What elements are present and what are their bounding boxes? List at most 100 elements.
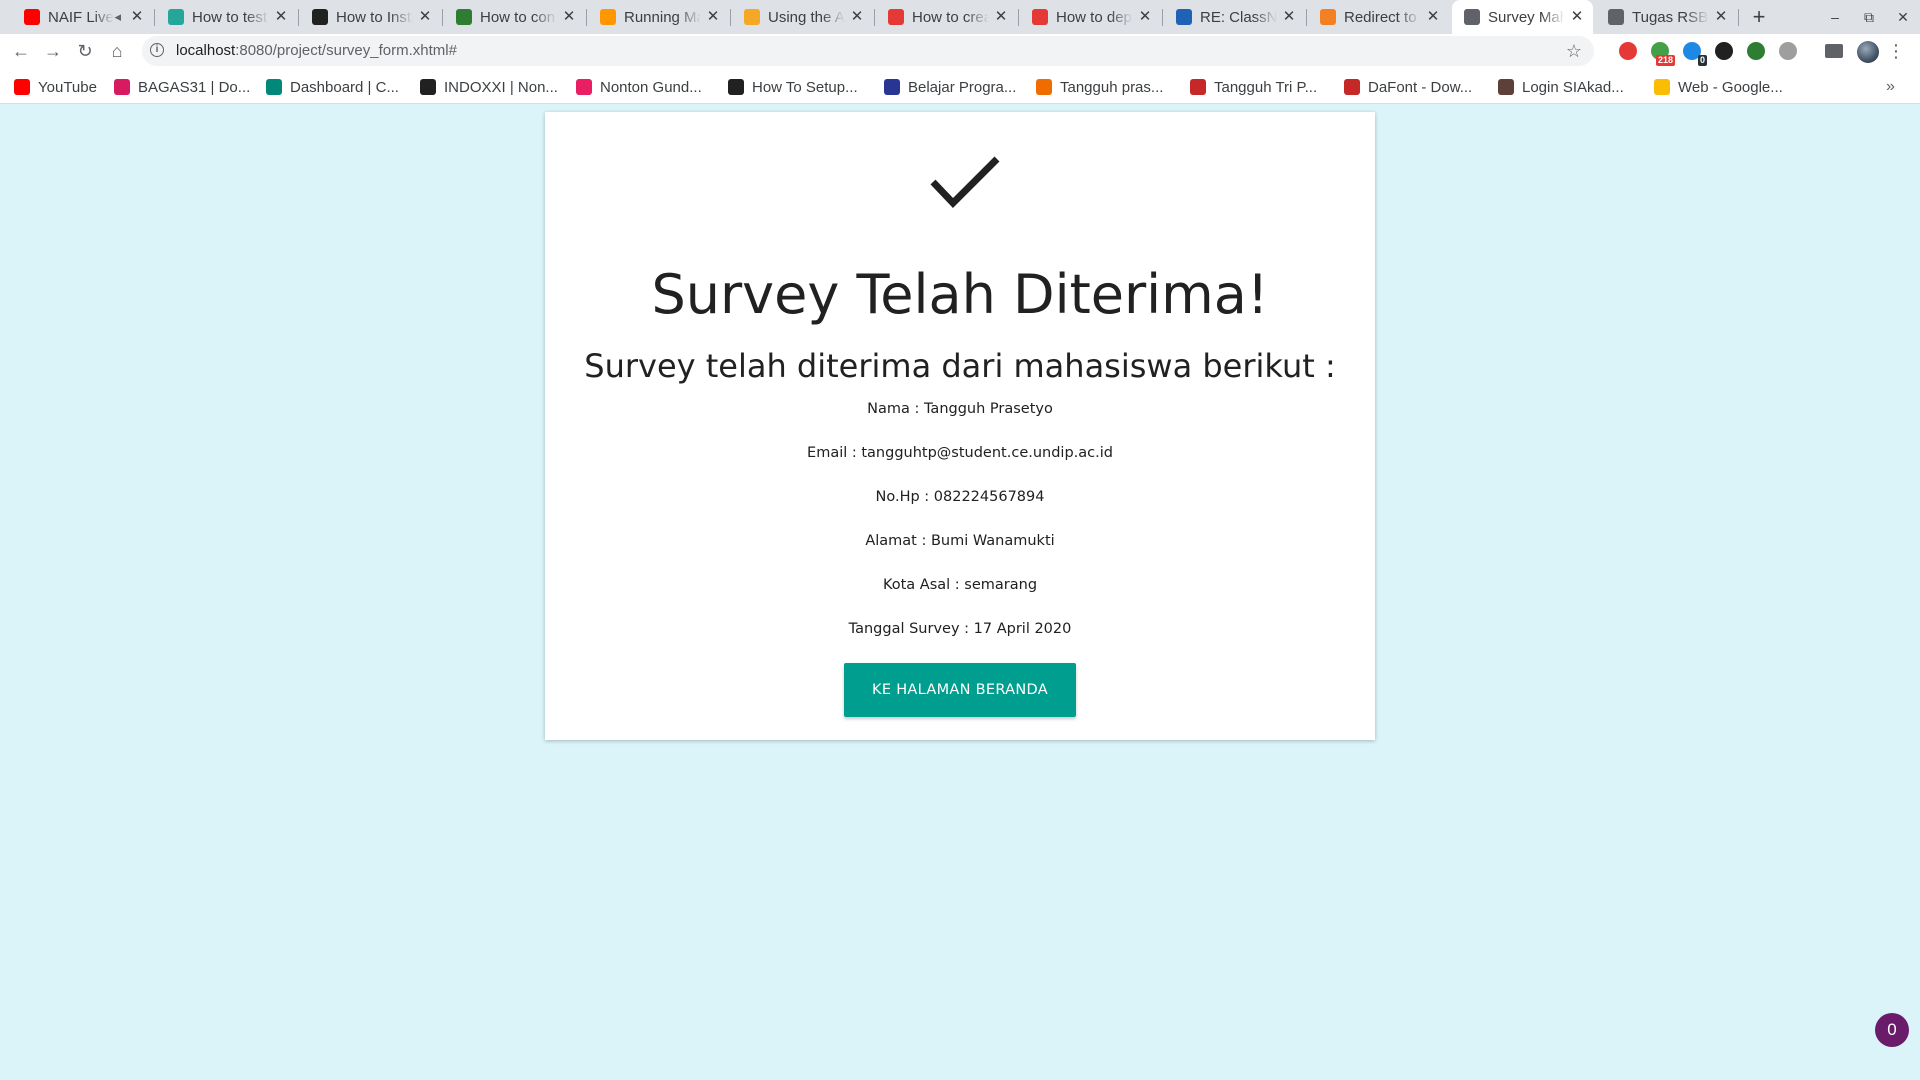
hexagon-icon	[312, 9, 328, 25]
extension-badge: 218	[1655, 55, 1675, 66]
tab-title: Survey Mah	[1488, 8, 1565, 26]
circle-gray-icon[interactable]	[1779, 42, 1797, 60]
reading-list-icon[interactable]	[1825, 44, 1843, 58]
calendar-icon[interactable]: 218	[1651, 42, 1675, 66]
bookmark-item[interactable]: BAGAS31 | Do...	[114, 70, 250, 104]
bookmark-label: Tangguh Tri P...	[1214, 78, 1318, 96]
browser-tab[interactable]: RE: ClassNo✕	[1164, 0, 1305, 34]
bookmark-label: Belajar Progra...	[908, 78, 1017, 96]
tab-title: How to con	[480, 8, 556, 26]
detail-address: Alamat : Bumi Wanamukti	[865, 533, 1055, 549]
bookmark-item[interactable]: DaFont - Dow...	[1344, 70, 1472, 104]
bookmark-star-icon[interactable]: ☆	[1566, 36, 1582, 66]
browser-tab[interactable]: How to crea ✕	[876, 0, 1017, 34]
notification-badge-button[interactable]: 0	[1875, 1013, 1909, 1047]
close-tab-icon[interactable]: ✕	[1137, 9, 1153, 25]
close-tab-icon[interactable]: ✕	[993, 9, 1009, 25]
detail-phone: No.Hp : 082224567894	[875, 489, 1045, 505]
youtube-icon	[14, 79, 30, 95]
detail-survey-date: Tanggal Survey : 17 April 2020	[848, 621, 1072, 637]
tab-title: How to crea	[912, 8, 989, 26]
back-icon[interactable]: ←	[6, 36, 36, 66]
audio-playing-icon[interactable]: ◂	[114, 9, 121, 25]
bookmarks-bar: YouTube BAGAS31 | Do... Dashboard | C... IN…	[0, 70, 1920, 104]
close-window-icon[interactable]: ✕	[1886, 0, 1920, 34]
bookmark-label: Dashboard | C...	[290, 78, 399, 96]
address-host: localhost	[176, 42, 236, 59]
reload-icon[interactable]: ↻	[70, 36, 100, 66]
go-home-button[interactable]: KE HALAMAN BERANDA	[844, 663, 1076, 717]
tab-separator	[586, 9, 587, 26]
bookmark-item[interactable]: Tangguh pras...	[1036, 70, 1163, 104]
tab-title: Tugas RSBK	[1632, 8, 1709, 26]
tab-title: How to dep	[1056, 8, 1132, 26]
ghost-icon[interactable]: 0	[1683, 42, 1707, 66]
close-tab-icon[interactable]: ✕	[1569, 9, 1585, 25]
bookmark-item[interactable]: INDOXXI | Non...	[420, 70, 558, 104]
new-tab-button[interactable]: +	[1744, 2, 1774, 32]
browser-tab[interactable]: NAIF Live ◂ ✕	[12, 0, 153, 34]
close-tab-icon[interactable]: ✕	[705, 9, 721, 25]
site-info-icon[interactable]: i	[150, 43, 164, 57]
tab-separator	[298, 9, 299, 26]
bagas-icon	[114, 79, 130, 95]
menu-dots-icon[interactable]: ⋮	[1886, 36, 1906, 66]
close-tab-icon[interactable]: ✕	[417, 9, 433, 25]
close-tab-icon[interactable]: ✕	[1425, 9, 1441, 25]
tab-title: Redirect to	[1344, 8, 1417, 26]
browser-tab[interactable]: Survey Mah ✕	[1452, 0, 1593, 34]
browser-tab[interactable]: Redirect to ✕	[1308, 0, 1449, 34]
bookmark-item[interactable]: Tangguh Tri P...	[1190, 70, 1317, 104]
stackoverflow-icon	[1320, 9, 1336, 25]
browser-tab[interactable]: How to Install✕	[300, 0, 441, 34]
bookmark-item[interactable]: Login SIAkad...	[1498, 70, 1624, 104]
bookmark-label: BAGAS31 | Do...	[138, 78, 251, 96]
color-wheel-icon[interactable]	[1619, 42, 1637, 60]
bookmark-item[interactable]: How To Setup...	[728, 70, 858, 104]
bootstrap-icon	[456, 9, 472, 25]
tab-separator	[1738, 9, 1739, 26]
detail-city: Kota Asal : semarang	[882, 577, 1038, 593]
profile-avatar[interactable]	[1857, 41, 1879, 63]
bookmarks-overflow-icon[interactable]: »	[1886, 70, 1895, 104]
confirmation-card	[545, 112, 1375, 740]
close-tab-icon[interactable]: ✕	[129, 9, 145, 25]
bookmark-label: DaFont - Dow...	[1368, 78, 1473, 96]
browser-tab[interactable]: How to dep ✕	[1020, 0, 1161, 34]
bookmark-item[interactable]: Web - Google...	[1654, 70, 1783, 104]
forum-icon	[1176, 9, 1192, 25]
bookmark-item[interactable]: Belajar Progra...	[884, 70, 1016, 104]
squirrel-icon[interactable]	[1715, 42, 1733, 60]
page-subtitle: Survey telah diterima dari mahasiswa ber…	[584, 347, 1336, 385]
address-url[interactable]: localhost:8080/project/survey_form.xhtml…	[176, 36, 457, 66]
browser-tab[interactable]: How to con ✕	[444, 0, 585, 34]
close-tab-icon[interactable]: ✕	[1713, 9, 1729, 25]
bookmark-item[interactable]: YouTube	[14, 70, 97, 104]
close-tab-icon[interactable]: ✕	[849, 9, 865, 25]
browser-tab[interactable]: Running Ma ✕	[588, 0, 729, 34]
home-icon[interactable]: ⌂	[102, 36, 132, 66]
browser-tab[interactable]: Tugas RSBK✕	[1596, 0, 1737, 34]
tab-title: Using the A	[768, 8, 845, 26]
globe-icon	[1464, 9, 1480, 25]
bookmark-item[interactable]: Nonton Gund...	[576, 70, 702, 104]
browser-tab[interactable]: How to test ✕	[156, 0, 297, 34]
university-icon	[1498, 79, 1514, 95]
minimize-icon[interactable]: –	[1818, 0, 1852, 34]
bookmark-label: Nonton Gund...	[600, 78, 702, 96]
box-icon	[744, 9, 760, 25]
globe-green-icon[interactable]	[1747, 42, 1765, 60]
browser-tab[interactable]: Using the A ✕	[732, 0, 873, 34]
tab-strip: NAIF Live◂✕How to test✕How to Install✕Ho…	[0, 0, 1920, 34]
tab-title: RE: ClassNo	[1200, 8, 1277, 26]
bookmark-item[interactable]: Dashboard | C...	[266, 70, 399, 104]
restore-icon[interactable]: ⧉	[1852, 0, 1886, 34]
tab-separator	[730, 9, 731, 26]
tab-title: NAIF Live	[48, 8, 114, 26]
close-tab-icon[interactable]: ✕	[1281, 9, 1297, 25]
bookmark-label: Login SIAkad...	[1522, 78, 1624, 96]
address-bar[interactable]: i localhost:8080/project/survey_form.xht…	[142, 36, 1594, 66]
close-tab-icon[interactable]: ✕	[273, 9, 289, 25]
forward-icon[interactable]: →	[38, 36, 68, 66]
close-tab-icon[interactable]: ✕	[561, 9, 577, 25]
